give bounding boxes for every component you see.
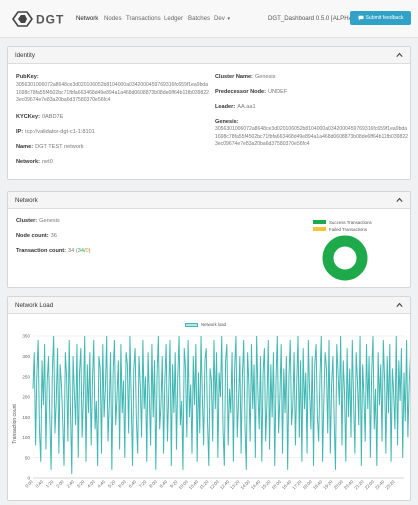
x-tick-label: 2:40 bbox=[65, 479, 75, 489]
x-tick-label: 5:20 bbox=[107, 479, 117, 489]
legend-failed-swatch bbox=[313, 227, 326, 231]
x-tick-label: 3:20 bbox=[76, 479, 86, 489]
ip-field: IP: tcp://validator-dgt-c1-1:8101 bbox=[16, 129, 95, 135]
y-tick-label: 350 bbox=[22, 334, 30, 339]
x-tick-label: 10:40 bbox=[188, 479, 200, 491]
svg-text:DGT: DGT bbox=[36, 13, 64, 27]
x-tick-label: 8:40 bbox=[159, 479, 169, 489]
transaction-count-field: Transaction count: 34 (34/0) bbox=[16, 248, 91, 254]
y-tick-label: 300 bbox=[22, 354, 30, 359]
x-tick-label: 13:20 bbox=[229, 479, 241, 491]
nav-transactions[interactable]: Transactions bbox=[126, 15, 161, 22]
x-tick-label: 18:00 bbox=[302, 479, 314, 491]
chevron-up-icon[interactable] bbox=[396, 197, 403, 203]
x-tick-label: 10:00 bbox=[178, 479, 190, 491]
kyckey-field: KYCKey: 0ABD7E bbox=[16, 114, 64, 120]
node-count-field: Node count: 36 bbox=[16, 233, 57, 239]
identity-panel: Identity PubKey: 3056301006072a8648ce3d0… bbox=[7, 46, 411, 180]
x-tick-label: 17:20 bbox=[291, 479, 303, 491]
y-axis-title: Transaction count bbox=[12, 404, 18, 444]
app-version: DGT_Dashboard 0.5.0 [ALPHA] bbox=[268, 15, 355, 22]
x-tick-label: 4:00 bbox=[86, 479, 96, 489]
y-tick-label: 50 bbox=[25, 455, 31, 460]
pubkey-label: PubKey: bbox=[16, 74, 39, 80]
chart-legend-label[interactable]: Network load bbox=[201, 322, 226, 327]
submit-feedback-button[interactable]: Submit feedback bbox=[350, 11, 411, 25]
dgt-logo[interactable]: DGT bbox=[11, 9, 76, 29]
network-panel: Network Cluster: Genesis Node count: 36 Tr… bbox=[7, 191, 411, 288]
x-tick-label: 21:20 bbox=[353, 479, 365, 491]
leader-field: Leader: AA.aa1 bbox=[215, 104, 256, 110]
x-tick-label: 16:00 bbox=[271, 479, 283, 491]
transactions-donut-chart bbox=[322, 235, 368, 281]
x-tick-label: 16:40 bbox=[281, 479, 293, 491]
top-navbar: DGT Network Nodes Transactions Ledger Ba… bbox=[0, 0, 418, 38]
x-tick-label: 20:00 bbox=[333, 479, 345, 491]
pubkey-value: 3056301006072a8648ce3d020106052b8104000a… bbox=[16, 82, 210, 104]
x-tick-label: 14:00 bbox=[240, 479, 252, 491]
x-tick-label: 2:00 bbox=[55, 479, 65, 489]
nav-network[interactable]: Network bbox=[76, 15, 98, 22]
panel-title: Identity bbox=[15, 52, 35, 59]
network-load-panel-header[interactable]: Network Load bbox=[8, 297, 410, 314]
network-field: Network: net0 bbox=[16, 159, 53, 165]
cluster-field: Cluster: Genesis bbox=[16, 218, 60, 224]
x-tick-label: 23:20 bbox=[384, 479, 396, 491]
y-tick-label: 100 bbox=[22, 435, 30, 440]
nav-batches[interactable]: Batches bbox=[188, 15, 210, 22]
legend-failed-label: Failed Transactions bbox=[329, 226, 368, 232]
chevron-up-icon[interactable] bbox=[396, 52, 403, 58]
y-tick-label: 150 bbox=[22, 415, 30, 420]
network-panel-header[interactable]: Network bbox=[8, 192, 410, 209]
x-tick-label: 8:00 bbox=[148, 479, 158, 489]
x-tick-label: 0:40 bbox=[34, 479, 44, 489]
y-tick-label: 250 bbox=[22, 374, 30, 379]
x-tick-label: 18:40 bbox=[312, 479, 324, 491]
panel-title: Network bbox=[15, 197, 38, 204]
x-tick-label: 22:40 bbox=[374, 479, 386, 491]
genesis-value: 3056301006072a8648ce3d020106052b8104000a… bbox=[215, 126, 409, 148]
legend-success-swatch bbox=[313, 220, 326, 224]
panel-title: Network Load bbox=[15, 302, 54, 309]
x-tick-label: 14:40 bbox=[250, 479, 262, 491]
x-tick-label: 22:00 bbox=[364, 479, 376, 491]
nav-ledger[interactable]: Ledger bbox=[164, 15, 183, 22]
identity-panel-header[interactable]: Identity bbox=[8, 47, 410, 64]
series-line bbox=[32, 335, 410, 474]
y-tick-label: 200 bbox=[22, 395, 30, 400]
cluster-name-field: Cluster Name: Genesis bbox=[215, 74, 276, 80]
x-tick-label: 12:00 bbox=[209, 479, 221, 491]
nav-dev-dropdown[interactable]: Dev ▼ bbox=[214, 15, 231, 22]
legend-success-label: Success Transactions bbox=[329, 219, 372, 225]
x-tick-label: 1:20 bbox=[45, 479, 55, 489]
nav-nodes[interactable]: Nodes bbox=[104, 15, 122, 22]
x-tick-label: 4:40 bbox=[97, 479, 107, 489]
network-load-chart: 050100150200250300350 0:00 0:40 1:20 2:00 2:… bbox=[12, 334, 410, 491]
x-tick-label: 15:20 bbox=[260, 479, 272, 491]
x-tick-label: 20:40 bbox=[343, 479, 355, 491]
chart-legend-swatch[interactable] bbox=[185, 323, 198, 327]
x-tick-label: 19:20 bbox=[322, 479, 334, 491]
x-tick-label: 7:20 bbox=[138, 479, 148, 489]
submit-feedback-label: Submit feedback bbox=[365, 15, 404, 21]
chevron-up-icon[interactable] bbox=[396, 302, 403, 308]
chat-icon bbox=[358, 15, 364, 21]
x-tick-label: 0:00 bbox=[24, 479, 34, 489]
predecessor-field: Predecessor Node: UNDEF bbox=[215, 89, 288, 95]
x-tick-label: 6:40 bbox=[128, 479, 138, 489]
x-tick-label: 6:00 bbox=[117, 479, 127, 489]
name-field: Name: DGT TEST network bbox=[16, 144, 84, 150]
x-tick-label: 12:40 bbox=[219, 479, 231, 491]
caret-down-icon: ▼ bbox=[226, 16, 232, 21]
x-tick-label: 11:20 bbox=[198, 479, 209, 490]
donut-success-slice bbox=[322, 235, 368, 281]
